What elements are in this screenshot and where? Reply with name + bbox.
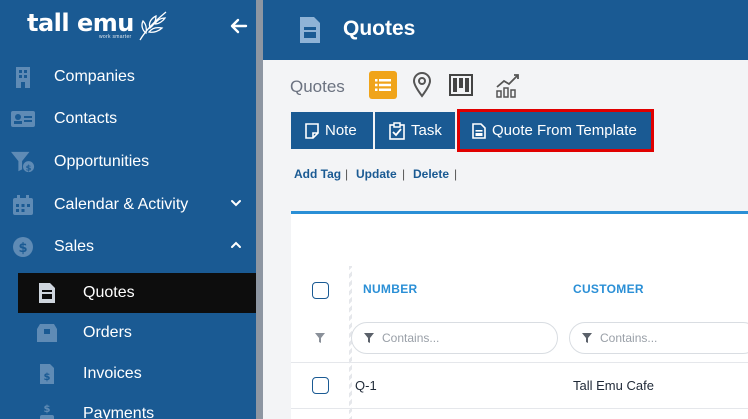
kanban-icon [449, 74, 473, 96]
number-filter-input[interactable]: Contains... [351, 322, 558, 354]
update-link[interactable]: Update [356, 167, 397, 181]
building-icon [11, 65, 35, 89]
svg-text:$: $ [44, 372, 51, 383]
task-button-label: Task [411, 122, 442, 139]
kanban-view-button[interactable] [447, 71, 475, 99]
row-checkbox[interactable] [312, 377, 329, 394]
leaf-icon [138, 10, 168, 47]
note-icon [305, 122, 319, 139]
chart-view-button[interactable] [494, 71, 522, 99]
filter-placeholder: Contains... [382, 331, 440, 345]
link-separator: | [454, 167, 458, 181]
list-icon [375, 78, 391, 92]
sidebar-item-label: Calendar & Activity [54, 196, 189, 213]
select-all-checkbox[interactable] [312, 282, 329, 299]
sidebar-item-opportunities[interactable]: $ Opportunities [0, 142, 256, 182]
brand-logo[interactable]: tall emu work smarter [27, 8, 134, 40]
svg-text:$: $ [18, 241, 27, 256]
logo-tagline: work smarter [99, 34, 132, 40]
sidebar-item-label: Orders [83, 324, 132, 341]
collapse-sidebar-icon[interactable] [229, 16, 249, 41]
map-view-button[interactable] [408, 71, 436, 99]
sidebar-subitem-payments[interactable]: $ Payments [18, 394, 256, 419]
trend-chart-icon [495, 72, 521, 98]
sidebar-item-label: Contacts [54, 110, 118, 127]
sidebar-subitem-orders[interactable]: Orders [18, 313, 256, 353]
sidebar-subitem-invoices[interactable]: $ Invoices [18, 354, 256, 394]
sidebar-item-contacts[interactable]: Contacts [0, 99, 256, 139]
funnel-icon [582, 333, 592, 343]
link-separator: | [345, 167, 349, 181]
note-button-label: Note [325, 122, 357, 139]
page-title: Quotes [343, 17, 416, 40]
list-view-button[interactable] [369, 71, 397, 99]
cell-number[interactable]: Q-1 [355, 378, 377, 393]
payment-icon: $ [36, 403, 58, 419]
add-tag-link[interactable]: Add Tag [294, 167, 341, 181]
box-icon [36, 322, 58, 344]
chevron-up-icon [229, 238, 243, 257]
sidebar-subitem-quotes[interactable]: Quotes [18, 273, 256, 313]
dollar-circle-icon: $ [11, 235, 35, 259]
sidebar-item-companies[interactable]: Companies [0, 57, 256, 97]
svg-text:$: $ [44, 404, 51, 415]
row-divider [291, 362, 748, 363]
quote-doc-icon [299, 16, 321, 49]
calendar-icon [11, 193, 35, 217]
map-pin-icon [412, 72, 432, 98]
invoice-icon: $ [36, 363, 58, 385]
funnel-icon [364, 333, 374, 343]
note-button[interactable]: Note [291, 112, 373, 149]
delete-link[interactable]: Delete [413, 167, 449, 181]
filter-icon[interactable] [315, 333, 325, 343]
highlight-box [457, 109, 654, 152]
column-header-number[interactable]: NUMBER [363, 282, 417, 296]
filter-placeholder: Contains... [600, 331, 658, 345]
sidebar-item-label: Quotes [83, 284, 135, 301]
contact-card-icon [11, 107, 35, 131]
sidebar-item-sales[interactable]: $ Sales [0, 227, 256, 267]
cell-customer[interactable]: Tall Emu Cafe [573, 378, 654, 393]
page-header: Quotes [263, 0, 748, 60]
row-divider [291, 408, 748, 409]
sidebar-item-label: Payments [83, 405, 155, 419]
sidebar-item-label: Sales [54, 238, 95, 255]
customer-filter-input[interactable]: Contains... [569, 322, 748, 354]
sidebar-item-calendar[interactable]: Calendar & Activity [0, 185, 256, 225]
sidebar-item-label: Opportunities [54, 153, 150, 170]
chevron-down-icon [229, 196, 243, 215]
sidebar-item-label: Invoices [83, 365, 142, 382]
quote-doc-icon [36, 282, 58, 304]
funnel-dollar-icon: $ [11, 150, 35, 174]
sidebar-scrollbar-thumb[interactable] [256, 0, 263, 419]
sidebar-item-label: Companies [54, 68, 135, 85]
svg-text:$: $ [26, 162, 32, 172]
clipboard-check-icon [389, 121, 405, 140]
sidebar: tall emu work smarter Companies Contacts… [0, 0, 256, 419]
link-separator: | [402, 167, 406, 181]
task-button[interactable]: Task [375, 112, 455, 149]
column-header-customer[interactable]: CUSTOMER [573, 282, 644, 296]
view-label: Quotes [290, 77, 345, 96]
